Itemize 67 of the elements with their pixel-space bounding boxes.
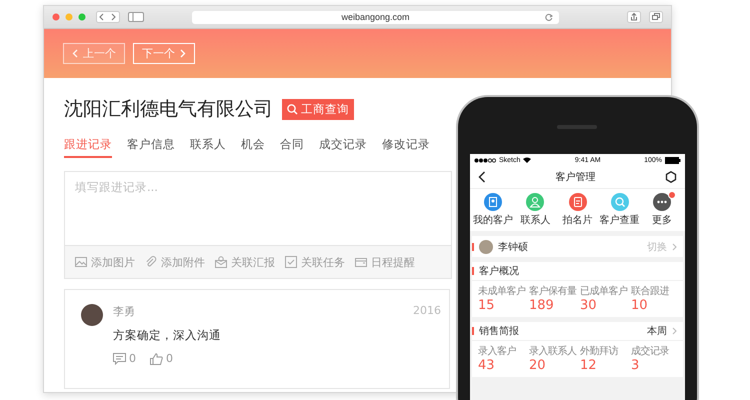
back-icon[interactable] <box>478 171 486 183</box>
stat-value: 15 <box>478 298 496 313</box>
avatar <box>81 304 103 326</box>
shortcut-item[interactable]: 客户查重 <box>598 193 641 227</box>
company-name: 沈阳汇利德电气有限公司 <box>64 97 273 122</box>
comment-icon <box>113 352 126 364</box>
settings-icon[interactable] <box>665 171 677 183</box>
stat-value: 43 <box>478 358 496 373</box>
stat-label: 外勤拜访 <box>580 344 620 358</box>
author-name: 李勇 <box>113 304 135 319</box>
checkbox-icon <box>285 256 297 268</box>
tab[interactable]: 合同 <box>280 137 304 158</box>
shortcut-item[interactable]: 我的客户 <box>472 193 514 227</box>
battery-icon <box>665 156 681 164</box>
accent-bar <box>472 267 474 275</box>
envelope-icon <box>215 256 227 268</box>
record-input[interactable]: 填写跟进记录... <box>64 171 452 245</box>
calendar-icon <box>355 256 367 268</box>
stat-label: 成交记录 <box>631 344 670 358</box>
stat-value: 30 <box>580 298 598 313</box>
shortcut-item[interactable]: 联系人 <box>514 193 556 227</box>
tab[interactable]: 成交记录 <box>319 137 367 158</box>
back-forward-icon[interactable] <box>96 11 120 23</box>
share-icon[interactable] <box>627 11 641 23</box>
record-text: 方案确定，深入沟通 <box>113 328 221 343</box>
stat-value: 189 <box>529 298 555 313</box>
post-date: 2016 <box>413 304 441 319</box>
contact-name: 李钟硕 <box>498 240 529 254</box>
accent-bar <box>472 327 474 335</box>
shortcut-item[interactable]: 拍名片 <box>556 193 599 227</box>
stat-label: 未成单客户 <box>478 284 526 298</box>
tab[interactable]: 客户信息 <box>127 137 175 158</box>
contact-row[interactable]: 李钟硕 切换 <box>472 236 683 257</box>
stat-label: 已成单客户 <box>580 284 628 298</box>
window-controls-icon[interactable] <box>52 13 88 21</box>
tab[interactable]: 机会 <box>241 137 265 158</box>
period-link[interactable]: 本周 <box>647 324 667 338</box>
signal-icon <box>474 158 496 162</box>
tab[interactable]: 联系人 <box>190 137 226 158</box>
stat-value: 3 <box>631 358 640 373</box>
stat-value: 10 <box>631 298 649 313</box>
chevron-right-icon <box>180 49 186 58</box>
search-icon <box>287 104 298 114</box>
section-title: 客户概况 <box>479 264 520 278</box>
reload-icon[interactable] <box>545 13 553 21</box>
stat-label: 联合跟进 <box>631 284 670 298</box>
image-icon <box>75 256 87 268</box>
paperclip-icon <box>145 256 157 268</box>
chevron-right-icon <box>672 242 677 250</box>
stat-label: 录入联系人 <box>529 344 578 358</box>
stat-label: 录入客户 <box>478 344 517 358</box>
accent-bar <box>472 242 474 250</box>
chevron-right-icon <box>672 327 677 335</box>
chevron-left-icon <box>72 49 78 58</box>
tabs-icon[interactable] <box>649 11 663 23</box>
section-title: 销售简报 <box>479 324 520 338</box>
address-bar[interactable]: weibangong.com <box>192 10 559 24</box>
sidebar-icon[interactable] <box>128 12 144 22</box>
screen-title: 客户管理 <box>556 170 596 184</box>
thumbs-up-icon <box>150 352 163 364</box>
stat-label: 客户保有量 <box>529 284 578 298</box>
shortcut-item[interactable]: 更多 <box>640 193 684 227</box>
tab[interactable]: 修改记录 <box>382 137 430 158</box>
stat-value: 12 <box>580 358 598 373</box>
wifi-icon <box>523 157 532 163</box>
avatar <box>479 240 493 254</box>
stat-value: 20 <box>529 358 547 373</box>
